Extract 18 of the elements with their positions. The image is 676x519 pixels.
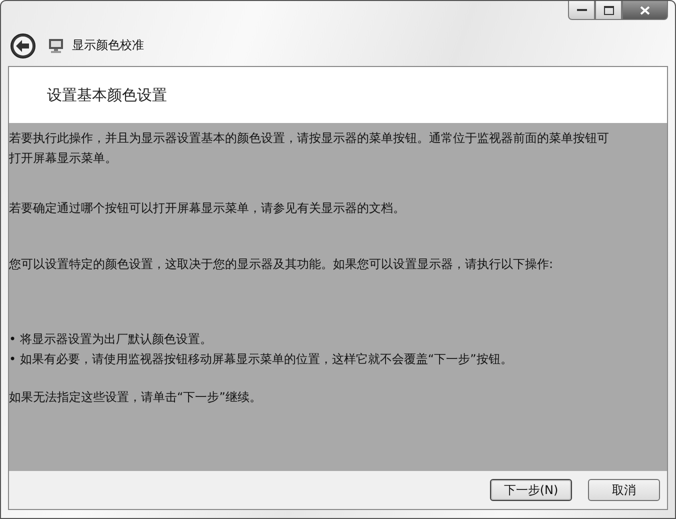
window-title: 显示颜色校准 xyxy=(72,37,144,54)
minimize-icon xyxy=(576,8,586,12)
page-heading: 设置基本颜色设置 xyxy=(47,86,167,104)
paragraph: 若要确定通过哪个按钮可以打开屏幕显示菜单，请参见有关显示器的文档。 xyxy=(9,200,406,217)
paragraph: 您可以设置特定的颜色设置，这取决于您的显示器及其功能。如果您可以设置显示器，请执行以下操作: xyxy=(9,256,554,273)
close-icon xyxy=(640,6,650,14)
paragraph: 若要执行此操作，并且为显示器设置基本的颜色设置，请按显示器的菜单按钮。通常位于监视器前面的菜单按钮可打开屏幕显示菜单。 xyxy=(9,130,610,167)
maximize-button[interactable] xyxy=(595,1,622,20)
next-button[interactable]: 下一步(N) xyxy=(490,479,572,501)
close-button[interactable] xyxy=(622,1,668,20)
paragraph: • 如果有必要，请使用监视器按钮移动屏幕显示菜单的位置，这样它就不会覆盖“下一步”按钮。 xyxy=(9,351,514,368)
minimize-button[interactable] xyxy=(568,1,595,20)
cancel-button[interactable]: 取消 xyxy=(588,479,660,501)
paragraph: 如果无法指定这些设置，请单击“下一步”继续。 xyxy=(9,389,262,406)
paragraph: • 将显示器设置为出厂默认颜色设置。 xyxy=(9,331,213,348)
maximize-icon xyxy=(604,6,614,14)
monitor-icon xyxy=(48,38,64,54)
back-button[interactable] xyxy=(10,32,36,58)
